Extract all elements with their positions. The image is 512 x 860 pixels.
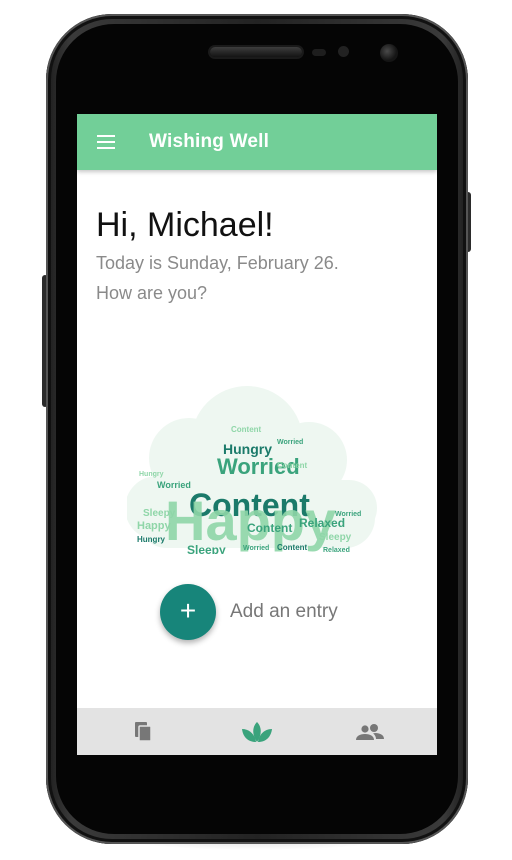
light-sensor xyxy=(338,46,349,57)
app-screen: Wishing Well Hi, Michael! Today is Sunda… xyxy=(77,114,437,755)
lotus-icon xyxy=(242,721,272,742)
app-bar: Wishing Well xyxy=(77,114,437,170)
cloud-word: Sleepy xyxy=(143,508,176,519)
cloud-word: Worried xyxy=(277,439,303,446)
menu-icon[interactable] xyxy=(93,130,121,154)
front-camera xyxy=(380,44,398,62)
cloud-word: Content xyxy=(277,461,308,470)
cloud-word: Worried xyxy=(243,545,269,552)
nav-home-tab[interactable] xyxy=(197,708,317,755)
cloud-word: Relaxed xyxy=(323,547,350,554)
cloud-word: Hungry xyxy=(137,535,166,544)
cloud-word: Sleepy xyxy=(319,532,352,543)
copy-icon xyxy=(135,721,152,742)
cloud-word: Worried xyxy=(335,511,361,518)
cloud-word: Content xyxy=(277,543,308,552)
nav-entries-tab[interactable] xyxy=(84,708,204,755)
add-entry-label[interactable]: Add an entry xyxy=(230,601,338,623)
mood-question: How are you? xyxy=(96,283,208,303)
cloud-word: Happy xyxy=(137,520,172,532)
greeting-headline: Hi, Michael! xyxy=(96,206,274,244)
nav-people-tab[interactable] xyxy=(310,708,430,755)
cloud-word: Content xyxy=(231,425,262,434)
cloud-word: Content xyxy=(247,521,292,535)
proximity-sensor xyxy=(312,49,326,56)
cloud-word: Sleepy xyxy=(187,543,226,554)
mood-word-cloud: Hungry Worried Content Hungry Worried Wo… xyxy=(127,386,377,554)
people-icon xyxy=(356,723,384,740)
earpiece-speaker xyxy=(210,47,302,57)
bottom-navigation xyxy=(77,708,437,755)
date-line: Today is Sunday, February 26. xyxy=(96,253,339,273)
cloud-word: Hungry xyxy=(139,471,164,478)
add-entry-button[interactable]: + xyxy=(160,584,216,640)
app-title: Wishing Well xyxy=(149,131,270,152)
cloud-word: Relaxed xyxy=(299,516,345,530)
